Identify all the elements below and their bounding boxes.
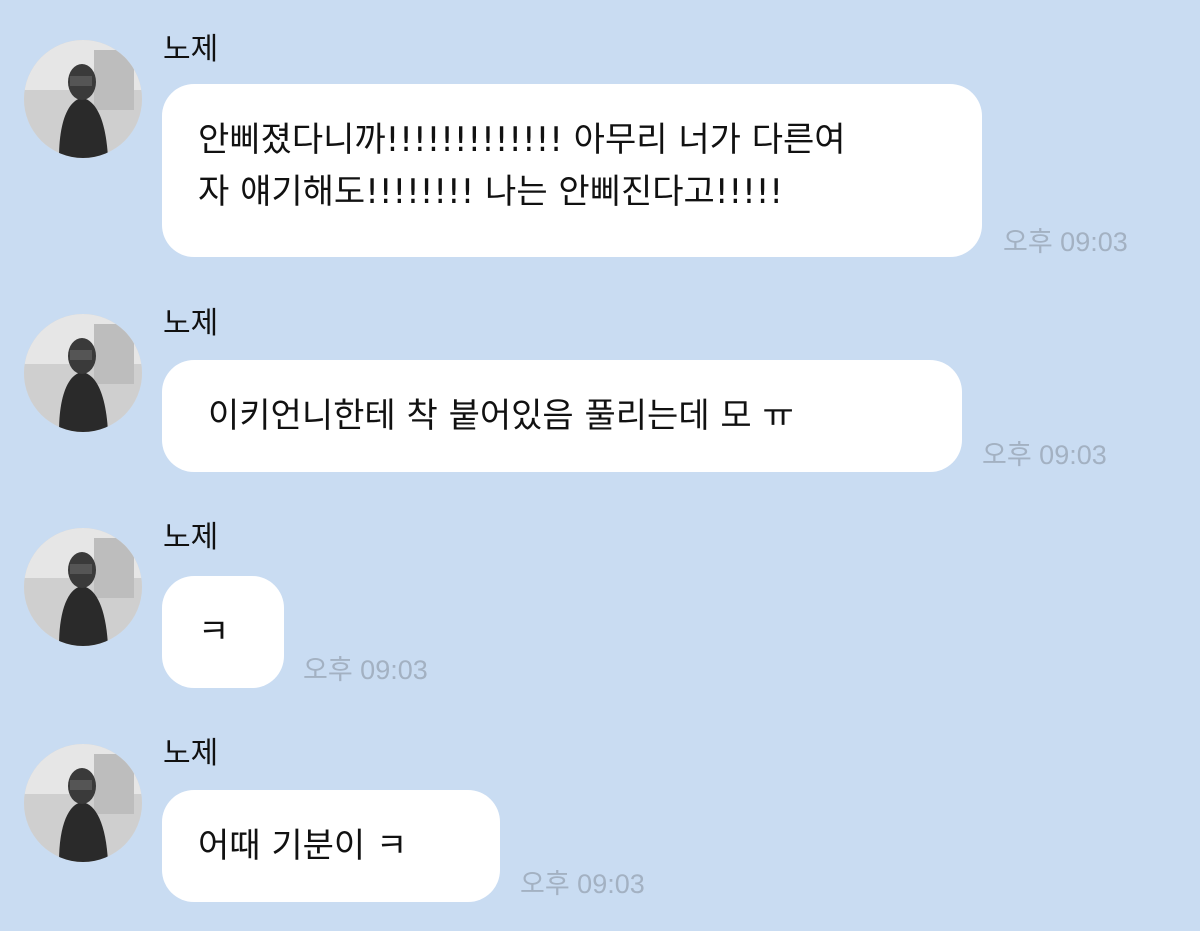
profile-photo-icon [24,744,142,862]
sender-name: 노제 [163,32,219,67]
avatar[interactable] [24,528,142,646]
avatar[interactable] [24,40,142,158]
sender-name: 노제 [163,736,219,771]
message-bubble[interactable]: 안삐졌다니까!!!!!!!!!!!!! 아무리 너가 다른여 자 얘기해도!!!… [162,84,982,257]
sender-name: 노제 [163,520,219,555]
message-timestamp: 오후 09:03 [1003,227,1128,257]
message-timestamp: 오후 09:03 [520,869,645,899]
message-bubble[interactable]: ㅋ [162,576,284,688]
profile-photo-icon [24,40,142,158]
avatar[interactable] [24,314,142,432]
message-bubble[interactable]: 어때 기분이 ㅋ [162,790,500,902]
message-timestamp: 오후 09:03 [303,655,428,685]
profile-photo-icon [24,528,142,646]
message-bubble[interactable]: 이키언니한테 착 붙어있음 풀리는데 모 ㅠ [162,360,962,472]
profile-photo-icon [24,314,142,432]
sender-name: 노제 [163,306,219,341]
avatar[interactable] [24,744,142,862]
message-timestamp: 오후 09:03 [982,440,1107,470]
